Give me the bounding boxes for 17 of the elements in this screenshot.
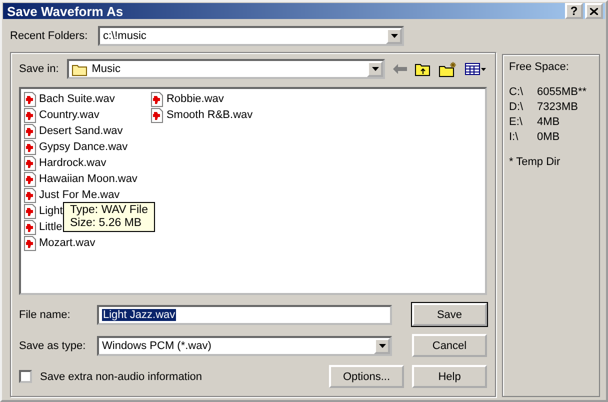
drive-letter: I:\ — [509, 131, 520, 143]
window-title: Save Waveform As — [7, 4, 124, 18]
free-space-value: 7323MB — [537, 101, 578, 113]
free-space-value: 6055MB** — [537, 86, 587, 98]
drive-letter: D:\ — [509, 101, 524, 113]
field-label: Save in: — [19, 63, 59, 75]
field-label: Recent Folders: — [10, 30, 89, 42]
panel-title: Free Space: — [509, 61, 570, 73]
drive-letter: C:\ — [509, 86, 524, 98]
free-space-value: 4MB — [537, 116, 560, 128]
footnote: * Temp Dir — [509, 156, 562, 168]
checkbox-label: Save extra non-audio information — [40, 370, 204, 382]
field-label: File name: — [19, 308, 72, 320]
drive-letter: E:\ — [509, 116, 524, 128]
free-space-value: 0MB — [537, 131, 560, 143]
field-label: Save as type: — [19, 340, 87, 352]
file-tooltip: Type: WAV File Size: 5.26 MB — [63, 202, 155, 232]
